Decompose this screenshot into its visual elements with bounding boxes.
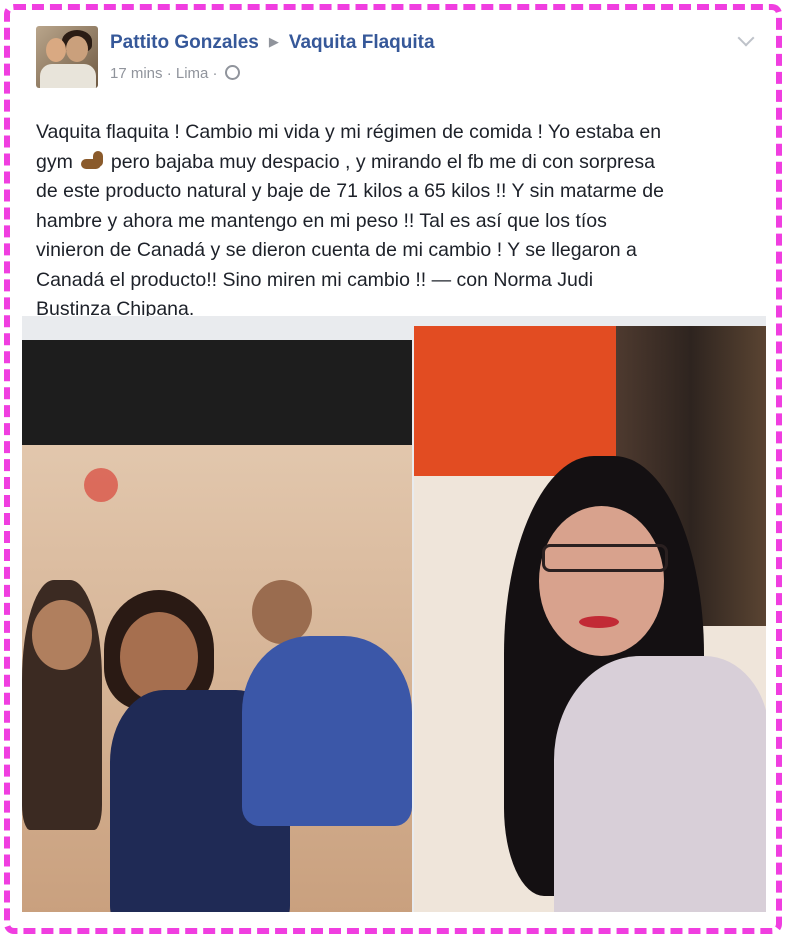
group-name-link[interactable]: Vaquita Flaquita bbox=[289, 32, 435, 53]
post-meta: 17 mins · Lima · bbox=[110, 65, 240, 82]
author-name-link[interactable]: Pattito Gonzales bbox=[110, 32, 259, 53]
post-time-link[interactable]: 17 mins bbox=[110, 65, 163, 82]
author-avatar[interactable] bbox=[36, 26, 98, 88]
post-text-line: vinieron de Canadá y se dieron cuenta de… bbox=[36, 239, 637, 261]
after-photo[interactable] bbox=[414, 326, 766, 912]
facebook-post: Pattito Gonzales ▶ Vaquita Flaquita 17 min… bbox=[14, 14, 772, 924]
before-photo[interactable] bbox=[22, 340, 412, 912]
post-text-line: Vaquita flaquita ! Cambio mi vida y mi r… bbox=[36, 121, 662, 143]
post-text: Vaquita flaquita ! Cambio mi vida y mi r… bbox=[36, 118, 756, 325]
post-location-link[interactable]: Lima bbox=[176, 65, 209, 82]
post-text-line: hambre y ahora me mantengo en mi peso !!… bbox=[36, 209, 607, 232]
triangle-right-icon: ▶ bbox=[268, 34, 279, 49]
post-text-line: gym pero bajaba muy despacio , y mirando … bbox=[36, 150, 655, 173]
post-text-line: Canadá el producto!! Sino miren mi cambi… bbox=[36, 268, 594, 291]
post-text-line: de este producto natural y baje de 71 ki… bbox=[36, 180, 664, 202]
post-header: Pattito Gonzales ▶ Vaquita Flaquita bbox=[110, 32, 435, 54]
globe-icon bbox=[224, 65, 240, 80]
post-photo-collage[interactable] bbox=[22, 316, 766, 912]
chevron-down-icon[interactable] bbox=[737, 29, 755, 47]
flexed-biceps-icon bbox=[79, 150, 105, 171]
